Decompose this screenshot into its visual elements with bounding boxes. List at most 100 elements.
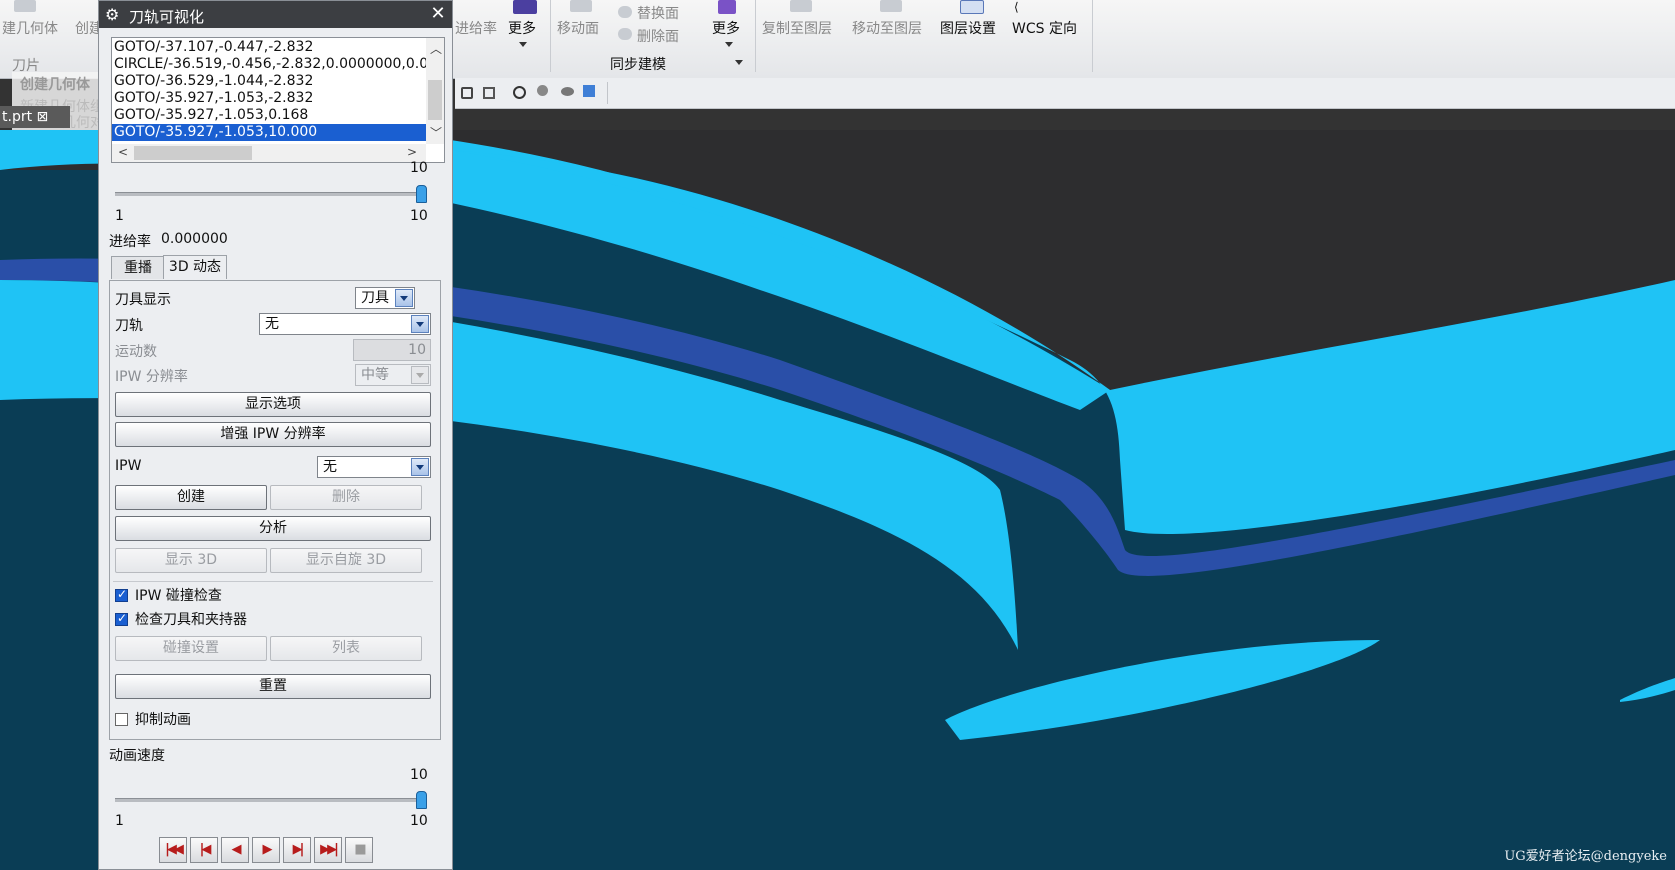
gear-icon[interactable]: ⚙ (105, 5, 119, 24)
delete-button: 删除 (270, 485, 422, 510)
more-icon (513, 0, 537, 14)
rewind-to-start-button[interactable]: |◀◀ (159, 837, 187, 863)
analyze-button[interactable]: 分析 (115, 516, 431, 541)
reset-button[interactable]: 重置 (115, 674, 431, 699)
scrollbar-thumb[interactable] (428, 80, 442, 120)
chevron-down-icon (411, 366, 429, 384)
part-file-tab[interactable]: t.prt ⊠ (0, 106, 70, 128)
center-point-icon[interactable] (513, 86, 526, 99)
feed-rate-button[interactable]: 进给率 (455, 18, 497, 38)
delete-face-button[interactable]: 删除面 (637, 26, 679, 46)
chevron-down-icon[interactable] (411, 458, 429, 476)
more-button-1[interactable]: 更多 (508, 18, 536, 38)
feed-rate-label: 进给率 (109, 234, 151, 250)
step-back-button[interactable]: |◀ (190, 837, 218, 863)
path-select[interactable]: 无 (259, 313, 431, 335)
list-item[interactable]: CIRCLE/-36.519,-0.456,-2.832,0.0000000,0… (112, 56, 426, 73)
tab-3d-dynamic[interactable]: 3D 动态 (163, 255, 227, 279)
horizontal-scrollbar[interactable]: < > (112, 144, 426, 162)
animation-speed-label: 动画速度 (109, 748, 165, 764)
move-to-layer-icon (880, 0, 902, 12)
stop-icon: ■ (354, 842, 366, 857)
enhance-ipw-resolution-button[interactable]: 增强 IPW 分辨率 (115, 422, 431, 447)
playback-slider-track[interactable] (115, 192, 425, 196)
watermark: UG爱好者论坛@dengyeke (1504, 849, 1667, 864)
vertical-scrollbar[interactable]: ︿ ﹀ (426, 38, 444, 144)
scroll-up-icon[interactable]: ︿ (430, 40, 442, 57)
step-forward-button[interactable]: ▶| (283, 837, 311, 863)
list-item[interactable]: GOTO/-35.927,-1.053,0.168 (112, 107, 426, 124)
list-item[interactable]: GOTO/-36.529,-1.044,-2.832 (112, 73, 426, 90)
chevron-down-icon[interactable] (411, 315, 429, 333)
slider-current-value: 10 (410, 160, 428, 176)
move-to-layer-button[interactable]: 移动至图层 (852, 18, 922, 38)
toolpath-visualization-dialog: ⚙ 刀轨可视化 ✕ GOTO/-37.107,-0.447,-2.832 CIR… (98, 0, 453, 870)
list-item[interactable]: GOTO/-35.927,-1.053,-2.832 (112, 90, 426, 107)
copy-to-layer-button[interactable]: 复制至图层 (762, 18, 832, 38)
close-icon[interactable]: ✕ (428, 4, 448, 24)
playback-slider-thumb[interactable] (416, 185, 427, 203)
ipw-label: IPW (115, 458, 142, 474)
cube-icon[interactable] (583, 85, 595, 97)
tab-replay[interactable]: 重播 (111, 256, 165, 279)
list-item[interactable]: GOTO/-37.107,-0.447,-2.832 (112, 39, 426, 56)
check-tool-holder-checkbox[interactable] (115, 611, 128, 626)
body-icon[interactable] (561, 87, 574, 96)
scroll-down-icon[interactable]: ﹀ (430, 124, 442, 141)
play-button[interactable]: ▶ (252, 837, 280, 863)
dialog-title-bar[interactable]: ⚙ 刀轨可视化 ✕ (99, 1, 452, 28)
motion-count-field: 10 (353, 339, 431, 361)
speed-slider-track[interactable] (115, 798, 425, 802)
delete-face-icon (618, 28, 632, 40)
check-tool-holder-label: 检查刀具和夹持器 (135, 612, 247, 628)
tooltip-title: 创建几何体 (20, 77, 90, 93)
list-item-selected[interactable]: GOTO/-35.927,-1.053,10.000 (112, 124, 426, 141)
slider-current-value: 10 (410, 767, 428, 783)
chevron-down-icon[interactable] (735, 60, 743, 65)
replace-face-button[interactable]: 替换面 (637, 3, 679, 23)
slider-min-label: 1 (115, 813, 124, 829)
wcs-orient-button[interactable]: WCS 定向 (1012, 18, 1077, 38)
chevron-down-icon[interactable] (395, 289, 413, 307)
ribbon-separator (755, 0, 756, 72)
scroll-right-icon[interactable]: > (407, 145, 417, 159)
more-button-2[interactable]: 更多 (712, 18, 740, 38)
path-label: 刀轨 (115, 318, 143, 334)
ipw-select[interactable]: 无 (317, 456, 431, 478)
tool-display-select[interactable]: 刀具 (355, 287, 415, 309)
snap-point-icon[interactable] (483, 87, 495, 99)
snap-icon[interactable] (461, 87, 473, 99)
replace-face-icon (618, 6, 632, 18)
chevron-down-icon[interactable] (725, 42, 733, 47)
scroll-left-icon[interactable]: < (118, 145, 128, 159)
path-value: 无 (265, 316, 279, 332)
motion-count-label: 运动数 (115, 344, 157, 360)
create-geometry-icon (14, 0, 36, 12)
face-point-icon[interactable] (537, 85, 548, 96)
suppress-animation-checkbox[interactable] (115, 713, 128, 726)
fast-forward-icon: ▶▶| (320, 842, 339, 857)
display-options-button[interactable]: 显示选项 (115, 392, 431, 417)
tool-display-value: 刀具 (361, 290, 389, 306)
suppress-animation-label: 抑制动画 (135, 712, 191, 728)
ipw-resolution-value: 中等 (361, 367, 389, 383)
create-geometry-button[interactable]: 建几何体 (2, 18, 58, 38)
feed-rate-value: 0.000000 (161, 231, 228, 247)
layer-settings-icon (960, 0, 984, 14)
divider (113, 581, 433, 582)
scrollbar-thumb[interactable] (134, 146, 252, 160)
layer-settings-button[interactable]: 图层设置 (940, 18, 996, 38)
fast-forward-to-end-button[interactable]: ▶▶| (314, 837, 342, 863)
step-back-icon: |◀ (199, 842, 212, 857)
ribbon-separator (1092, 0, 1093, 72)
list-button: 列表 (270, 636, 422, 661)
move-face-button[interactable]: 移动面 (557, 18, 599, 38)
create-button[interactable]: 创建 (115, 485, 267, 510)
slider-max-label: 10 (410, 813, 428, 829)
play-reverse-button[interactable]: ◀ (221, 837, 249, 863)
chevron-down-icon[interactable] (519, 42, 527, 47)
speed-slider-thumb[interactable] (416, 791, 427, 809)
dialog-title: 刀轨可视化 (129, 8, 205, 26)
ipw-collision-checkbox[interactable] (115, 587, 128, 602)
cl-source-list[interactable]: GOTO/-37.107,-0.447,-2.832 CIRCLE/-36.51… (111, 37, 445, 163)
